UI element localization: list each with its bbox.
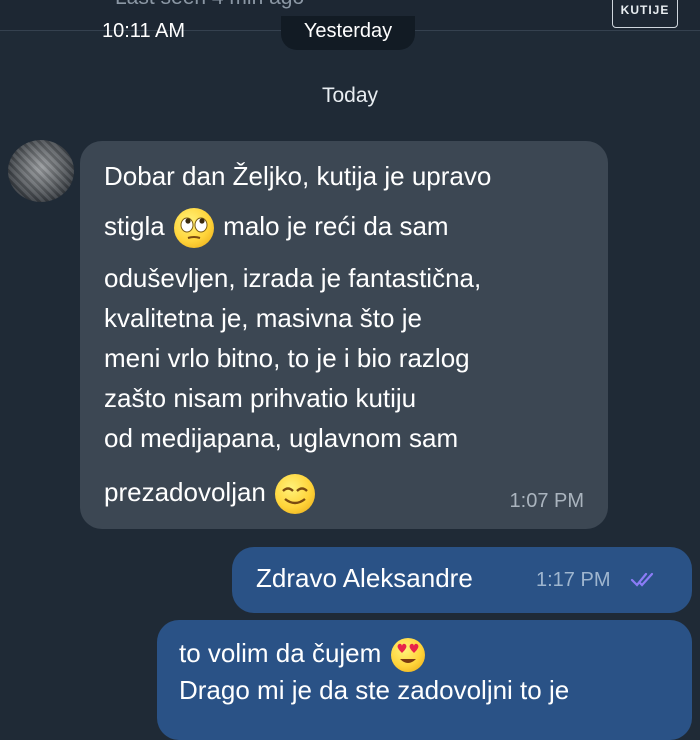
message-line: Dobar dan Željko, kutija je upravo: [104, 161, 492, 191]
message-timestamp: 1:17 PM: [536, 569, 611, 591]
incoming-message-bubble[interactable]: Dobar dan Željko, kutija je upravo stigl…: [80, 141, 608, 529]
outgoing-message-bubble[interactable]: Zdravo Aleksandre 1:17 PM: [232, 547, 692, 613]
message-timestamp: 1:07 PM: [509, 490, 584, 512]
previous-message-time: 10:11 AM: [102, 20, 186, 42]
outgoing-message-bubble[interactable]: to volim da čujem Drago mi je da ste zad…: [157, 620, 692, 740]
date-separator: Today: [321, 84, 379, 107]
message-line-with-emoji: stigla malo je reći da sam: [104, 196, 594, 258]
read-double-check-icon: [630, 569, 660, 594]
message-line: zašto nisam prihvatio kutiju: [104, 383, 417, 413]
smiling-eyes-emoji-icon: [275, 474, 316, 515]
contact-avatar[interactable]: [8, 140, 74, 202]
message-line: stigla: [104, 211, 165, 241]
message-line: kvalitetna je, masivna što je: [104, 303, 422, 333]
message-line: malo je reći da sam: [223, 211, 449, 241]
message-line: prezadovoljan: [104, 477, 266, 507]
contact-status: Last seen 4 min ago: [115, 0, 304, 10]
message-line: Drago mi je da ste zadovoljni to je: [179, 675, 570, 705]
date-pill-yesterday: Yesterday: [281, 16, 415, 50]
message-line: meni vrlo bitno, to je i bio razlog: [104, 343, 470, 373]
message-line: od medijapana, uglavnom sam: [104, 423, 459, 453]
message-line: oduševljen, izrada je fantastična,: [104, 263, 482, 293]
message-line: to volim da čujem: [179, 638, 382, 668]
outgoing-message-text: Zdravo Aleksandre: [256, 563, 473, 593]
rolling-eyes-emoji-icon: [173, 208, 214, 249]
brand-logo-text: KUTIJE: [620, 3, 670, 17]
heart-eyes-emoji-icon: [390, 638, 425, 673]
date-pill-label: Yesterday: [303, 20, 393, 42]
incoming-message-text: Dobar dan Željko, kutija je upravo stigl…: [104, 156, 594, 530]
brand-logo[interactable]: KUTIJE: [612, 0, 678, 28]
outgoing-message-line: to volim da čujem: [179, 635, 427, 673]
